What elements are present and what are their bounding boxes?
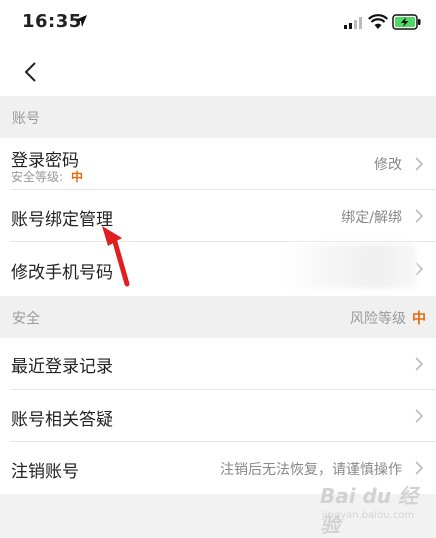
risk-level-indicator: 风险等级中 <box>350 308 426 328</box>
security-level-value: 中 <box>71 170 84 184</box>
watermark-url: jingyan.baidu.com <box>322 510 415 521</box>
section-title-account: 账号 <box>12 111 40 127</box>
cellular-signal-icon <box>344 17 362 29</box>
security-level-text: 安全等级: 中 <box>11 168 83 185</box>
location-arrow-icon <box>75 15 87 27</box>
section-header-security: 安全 风险等级中 <box>0 296 436 338</box>
row-value-account-binding: 绑定/解绑 <box>341 210 402 226</box>
annotation-arrow-icon <box>102 226 130 287</box>
risk-level-label: 风险等级 <box>350 311 406 327</box>
watermark-logo: Bai du 经验 <box>320 484 419 537</box>
status-bar: 16:35 <box>0 0 436 48</box>
risk-level-value: 中 <box>412 311 426 327</box>
chevron-left-icon[interactable] <box>20 60 44 84</box>
security-level-label: 安全等级: <box>11 170 64 184</box>
blurred-phone-number <box>282 244 416 288</box>
status-time: 16:35 <box>22 11 82 32</box>
row-label-cancel-account: 注销账号 <box>11 462 79 482</box>
row-label-account-faq: 账号相关答疑 <box>11 410 113 430</box>
watermark: Bai du 经验 jingyan.baidu.com <box>312 480 422 537</box>
chevron-right-icon <box>415 209 424 223</box>
row-login-history[interactable]: 最近登录记录 <box>0 338 436 390</box>
section-title-security: 安全 <box>12 311 40 327</box>
row-account-binding[interactable]: 账号绑定管理 绑定/解绑 <box>0 190 436 242</box>
row-label-login-history: 最近登录记录 <box>11 357 113 377</box>
chevron-right-icon <box>415 409 424 423</box>
row-login-password[interactable]: 登录密码 安全等级: 中 修改 <box>0 138 436 190</box>
battery-charging-icon <box>392 14 421 30</box>
section-header-account: 账号 <box>0 96 436 138</box>
nav-bar <box>0 48 436 96</box>
row-value-login-password: 修改 <box>374 157 402 173</box>
chevron-right-icon <box>415 461 424 475</box>
chevron-right-icon <box>415 357 424 371</box>
row-account-faq[interactable]: 账号相关答疑 <box>0 390 436 442</box>
wifi-icon <box>368 14 388 29</box>
row-value-cancel-account: 注销后无法恢复，请谨慎操作 <box>220 462 402 478</box>
chevron-right-icon <box>415 157 424 171</box>
